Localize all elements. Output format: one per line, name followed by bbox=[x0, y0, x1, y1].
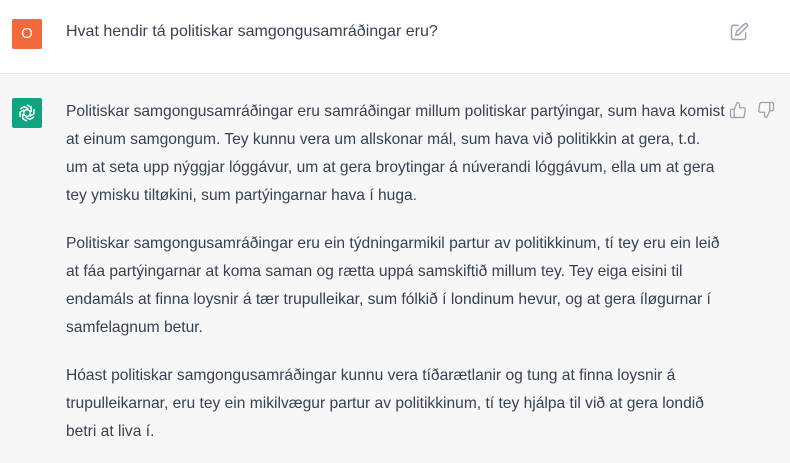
thumb-down-button[interactable] bbox=[757, 101, 777, 121]
thumb-up-button[interactable] bbox=[729, 101, 749, 121]
edit-icon bbox=[730, 22, 749, 41]
answer-paragraph-1: Politiskar samgongusamráðingar eru samrá… bbox=[66, 103, 725, 204]
user-message-row: O Hvat hendir tá politiskar samgongusamr… bbox=[0, 0, 790, 74]
assistant-message-row: Politiskar samgongusamráðingar eru samrá… bbox=[0, 75, 790, 463]
thumb-up-icon bbox=[729, 101, 746, 119]
user-message-text: Hvat hendir tá politiskar samgongusamráð… bbox=[66, 23, 438, 40]
answer-paragraph-3: Hóast politiskar samgongusamráðingar kun… bbox=[66, 367, 704, 440]
edit-button[interactable] bbox=[729, 22, 749, 42]
answer-paragraph-2: Politiskar samgongusamráðingar eru ein t… bbox=[66, 235, 720, 336]
user-avatar: O bbox=[12, 19, 42, 49]
thumb-down-icon bbox=[758, 101, 775, 119]
assistant-answer: Politiskar samgongusamráðingar eru samrá… bbox=[66, 98, 726, 463]
assistant-avatar bbox=[12, 98, 42, 128]
openai-logo-icon bbox=[19, 104, 35, 122]
